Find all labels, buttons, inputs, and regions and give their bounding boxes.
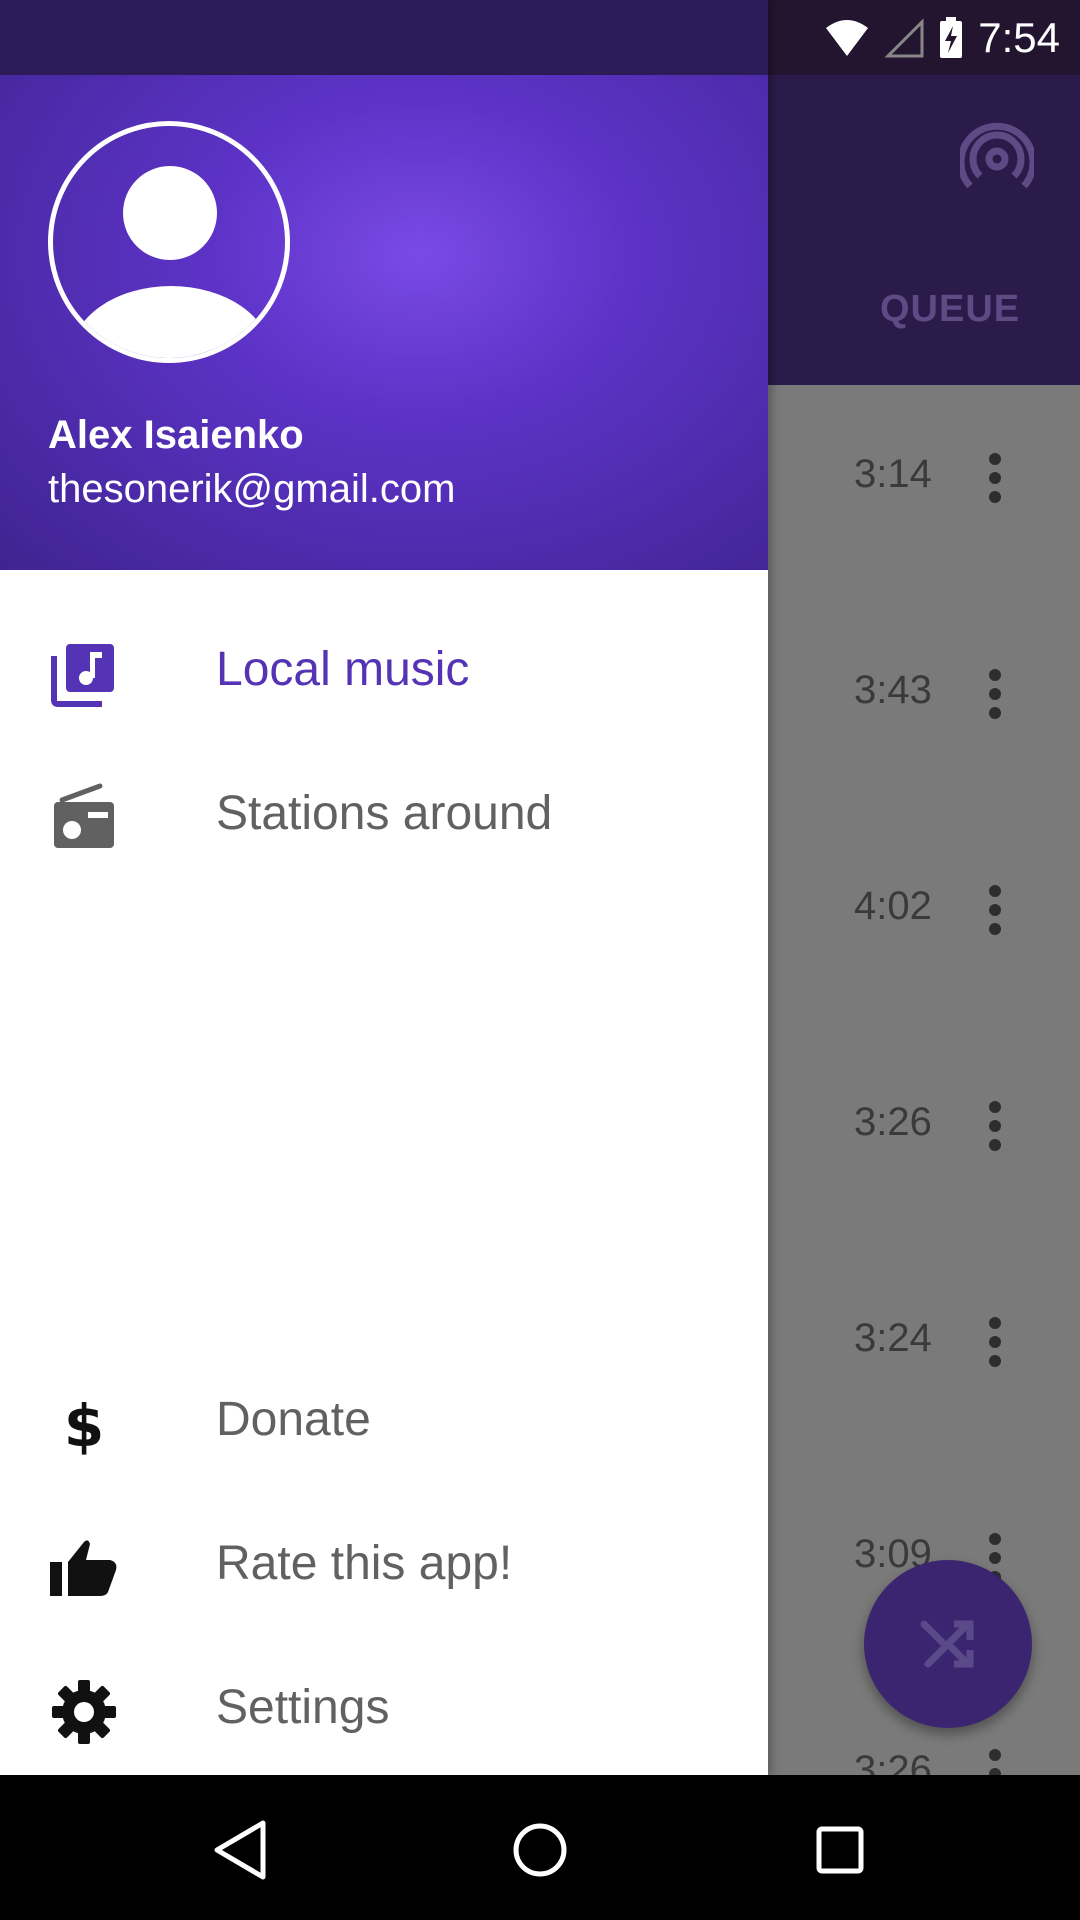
- track-duration: 3:26: [854, 1748, 932, 1775]
- shuffle-fab[interactable]: [864, 1560, 1032, 1728]
- dollar-icon: $: [64, 1392, 104, 1460]
- more-vert-icon[interactable]: [980, 666, 1010, 726]
- nav-label-donate: Donate: [216, 1393, 371, 1446]
- radio-icon: [54, 783, 114, 848]
- nav-label-rate-app: Rate this app!: [216, 1537, 513, 1590]
- user-email: thesonerik@gmail.com: [48, 467, 456, 511]
- nav-item-stations-around[interactable]: Stations around: [0, 742, 768, 882]
- battery-charging-icon: [940, 16, 963, 58]
- podcast-icon[interactable]: [960, 122, 1034, 196]
- more-vert-icon[interactable]: [980, 882, 1010, 942]
- svg-text:$: $: [64, 1392, 104, 1460]
- status-icons: 7:54: [824, 0, 1060, 75]
- nav-item-donate[interactable]: $ Donate: [0, 1348, 768, 1488]
- avatar[interactable]: [48, 121, 290, 363]
- recents-icon[interactable]: [805, 1815, 875, 1885]
- user-name: Alex Isaienko: [48, 413, 304, 457]
- shuffle-icon: [920, 1620, 974, 1668]
- nav-item-settings[interactable]: Settings: [0, 1636, 768, 1776]
- track-duration: 4:02: [854, 884, 932, 928]
- cell-signal-icon: [884, 17, 924, 57]
- navigation-drawer: Alex Isaienko thesonerik@gmail.com Local…: [0, 0, 768, 1775]
- more-vert-icon[interactable]: [980, 1098, 1010, 1158]
- track-duration: 3:43: [854, 668, 932, 712]
- home-icon[interactable]: [505, 1815, 575, 1885]
- more-vert-icon[interactable]: [980, 450, 1010, 510]
- more-vert-icon[interactable]: [980, 1314, 1010, 1374]
- nav-label-settings: Settings: [216, 1681, 390, 1734]
- nav-item-local-music[interactable]: Local music: [0, 598, 768, 738]
- thumb-up-icon: [50, 1540, 117, 1596]
- library-music-icon: [51, 644, 114, 707]
- avatar-body-shape: [71, 286, 271, 358]
- wifi-icon: [826, 19, 869, 56]
- nav-item-rate-app[interactable]: Rate this app!: [0, 1492, 768, 1632]
- more-vert-icon[interactable]: [980, 1746, 1010, 1775]
- status-time: 7:54: [978, 13, 1060, 61]
- nav-label-local-music: Local music: [216, 643, 470, 696]
- tab-queue[interactable]: QUEUE: [880, 288, 1020, 331]
- avatar-head-shape: [123, 166, 217, 260]
- system-navigation-bar: [0, 1775, 1080, 1920]
- nav-label-stations-around: Stations around: [216, 787, 553, 840]
- drawer-status-bar: [0, 0, 768, 75]
- track-duration: 3:26: [854, 1100, 932, 1144]
- drawer-header: Alex Isaienko thesonerik@gmail.com: [0, 75, 768, 570]
- back-icon[interactable]: [205, 1815, 275, 1885]
- track-duration: 3:14: [854, 452, 932, 496]
- track-duration: 3:24: [854, 1316, 932, 1360]
- gear-icon: [52, 1680, 116, 1744]
